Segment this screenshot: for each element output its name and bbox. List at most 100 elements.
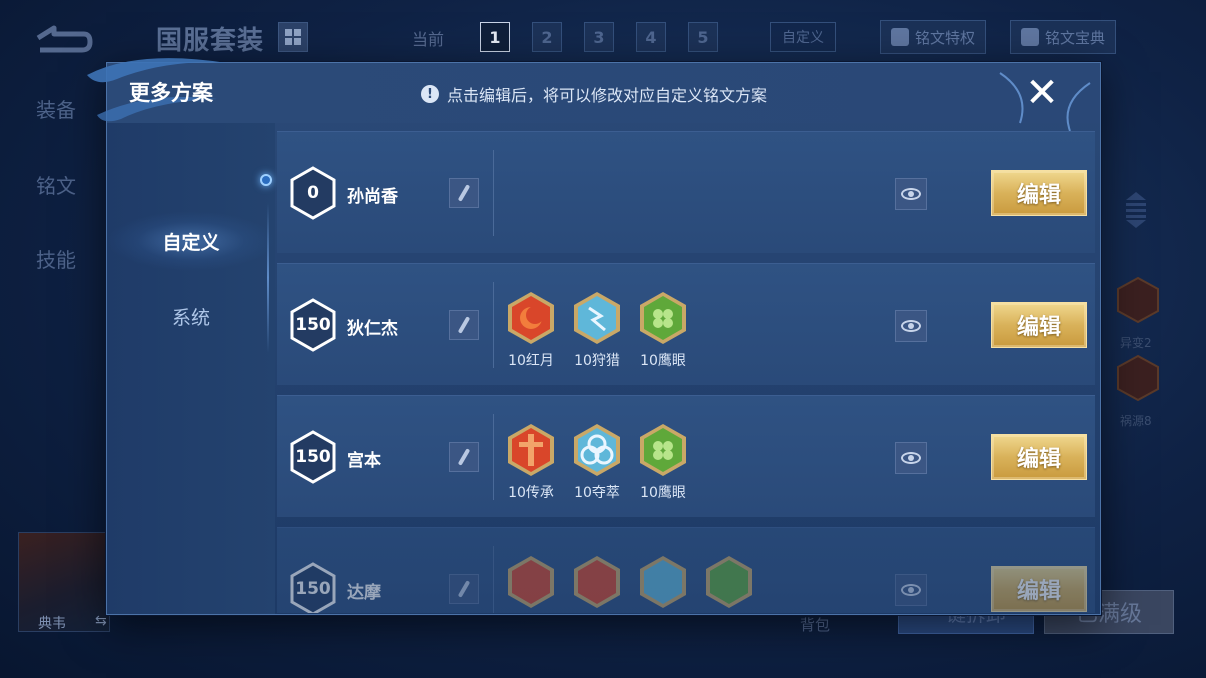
plan-row: 150 宫本 10传承 10夺萃 10鹰眼 编辑 (277, 395, 1095, 517)
rune-item[interactable] (505, 554, 557, 613)
rename-pencil-icon[interactable] (449, 442, 479, 472)
edit-button[interactable]: 编辑 (991, 434, 1087, 480)
inheritance-rune-icon (508, 424, 554, 476)
hunt-rune-icon (574, 292, 620, 344)
swap-icon[interactable]: ⇆ (95, 613, 107, 629)
list-toggle-icon[interactable] (1124, 190, 1148, 230)
grid-icon[interactable] (278, 22, 308, 52)
rune-item[interactable]: 10狩猎 (571, 290, 623, 380)
row-divider (493, 414, 494, 500)
row-divider (493, 546, 494, 613)
tab-skills[interactable]: 技能 (36, 244, 76, 273)
rune-item[interactable]: 10红月 (505, 290, 557, 380)
rune-group (505, 554, 755, 613)
current-label: 当前 (412, 30, 445, 49)
plan-list[interactable]: 0 孙尚香 编辑 150 狄仁杰 10红月 10狩猎 10鹰眼 编辑 150 宫… (277, 131, 1097, 613)
hero-name: 达摩 (347, 583, 381, 603)
level-badge: 150 (289, 430, 337, 484)
hero-name: 孙尚香 (347, 187, 398, 207)
hero-name: 典韦 (38, 616, 66, 632)
calamity-rune-icon (1117, 354, 1159, 402)
edit-button[interactable]: 编辑 (991, 302, 1087, 348)
rune-group: 10红月 10狩猎 10鹰眼 (505, 290, 689, 380)
suit-title: 国服套装 (156, 26, 265, 56)
preview-eye-icon[interactable] (895, 442, 927, 474)
handbook-icon (1021, 28, 1039, 46)
modal-title: 更多方案 (129, 81, 213, 105)
rune-item[interactable] (703, 554, 755, 613)
mutation-rune-icon (1117, 276, 1159, 324)
level-badge: 0 (289, 166, 337, 220)
plan-row: 150 狄仁杰 10红月 10狩猎 10鹰眼 编辑 (277, 263, 1095, 385)
custom-top-button[interactable]: 自定义 (770, 22, 836, 52)
level-number: 150 (295, 579, 331, 599)
page-5-button[interactable]: 5 (688, 22, 718, 52)
rune-item[interactable]: 10传承 (505, 422, 557, 512)
rename-pencil-icon[interactable] (449, 310, 479, 340)
rune-item[interactable]: 10鹰眼 (637, 290, 689, 380)
bag-label[interactable]: 背包 (800, 614, 830, 635)
hawkeye-rune-icon (640, 292, 686, 344)
rune-label: 10红月 (508, 353, 554, 369)
rune-label: 10狩猎 (574, 353, 620, 369)
more-plans-modal: 更多方案 ! 点击编辑后，将可以修改对应自定义铭文方案 ✕ 自定义 系统 0 孙… (87, 58, 1101, 615)
rune-item[interactable] (637, 554, 689, 613)
red-moon-rune-icon (508, 292, 554, 344)
rename-pencil-icon[interactable] (449, 178, 479, 208)
preview-eye-icon[interactable] (895, 574, 927, 606)
preview-eye-icon[interactable] (895, 178, 927, 210)
plan-row: 150 达摩 编辑 (277, 527, 1095, 613)
tab-runes[interactable]: 铭文 (36, 170, 76, 199)
rune-label: 10夺萃 (574, 485, 620, 501)
level-badge: 150 (289, 562, 337, 613)
back-arrow-icon[interactable] (30, 22, 94, 54)
red-rune-icon (508, 556, 554, 608)
hero-name: 狄仁杰 (347, 319, 398, 339)
page-1-button[interactable]: 1 (480, 22, 510, 52)
edit-button[interactable]: 编辑 (991, 170, 1087, 216)
plunder-rune-icon (574, 424, 620, 476)
hero-name: 宫本 (347, 451, 381, 471)
page-4-button[interactable]: 4 (636, 22, 666, 52)
row-divider (493, 282, 494, 368)
edit-button[interactable]: 编辑 (991, 566, 1087, 612)
hawkeye-rune-icon (640, 424, 686, 476)
close-icon[interactable]: ✕ (1020, 73, 1064, 113)
rune-item[interactable] (571, 554, 623, 613)
level-number: 0 (307, 183, 319, 203)
rune-item[interactable]: 10夺萃 (571, 422, 623, 512)
page-2-button[interactable]: 2 (532, 22, 562, 52)
rune-label-calamity: 祸源8 (1120, 414, 1152, 428)
rune-label: 10鹰眼 (640, 485, 686, 501)
plan-sidebar: 自定义 系统 (107, 123, 275, 614)
rune-item[interactable]: 10鹰眼 (637, 422, 689, 512)
handbook-label: 铭文宝典 (1045, 28, 1106, 47)
info-icon: ! (421, 85, 439, 103)
rune-label: 10传承 (508, 485, 554, 501)
privilege-label: 铭文特权 (915, 28, 976, 47)
active-tab-indicator (260, 174, 272, 186)
level-number: 150 (295, 315, 331, 335)
tab-system[interactable]: 系统 (107, 286, 275, 346)
plan-row: 0 孙尚香 编辑 (277, 131, 1095, 253)
privilege-icon (891, 28, 909, 46)
page-3-button[interactable]: 3 (584, 22, 614, 52)
privilege-button[interactable]: 铭文特权 (880, 20, 987, 54)
rune-label: 10鹰眼 (640, 353, 686, 369)
blue-rune-icon (640, 556, 686, 608)
preview-eye-icon[interactable] (895, 310, 927, 342)
tab-equipment[interactable]: 装备 (36, 94, 76, 123)
red-rune-icon (574, 556, 620, 608)
rune-group: 10传承 10夺萃 10鹰眼 (505, 422, 689, 512)
rename-pencil-icon[interactable] (449, 574, 479, 604)
level-badge: 150 (289, 298, 337, 352)
modal-header: 更多方案 ! 点击编辑后，将可以修改对应自定义铭文方案 ✕ (87, 58, 1100, 132)
green-rune-icon (706, 556, 752, 608)
level-number: 150 (295, 447, 331, 467)
edit-hint: ! 点击编辑后，将可以修改对应自定义铭文方案 (421, 82, 767, 106)
hint-text: 点击编辑后，将可以修改对应自定义铭文方案 (447, 86, 768, 105)
tab-custom[interactable]: 自定义 (107, 211, 275, 271)
rune-label-mutation: 异变2 (1120, 336, 1152, 350)
row-divider (493, 150, 494, 236)
handbook-button[interactable]: 铭文宝典 (1010, 20, 1117, 54)
